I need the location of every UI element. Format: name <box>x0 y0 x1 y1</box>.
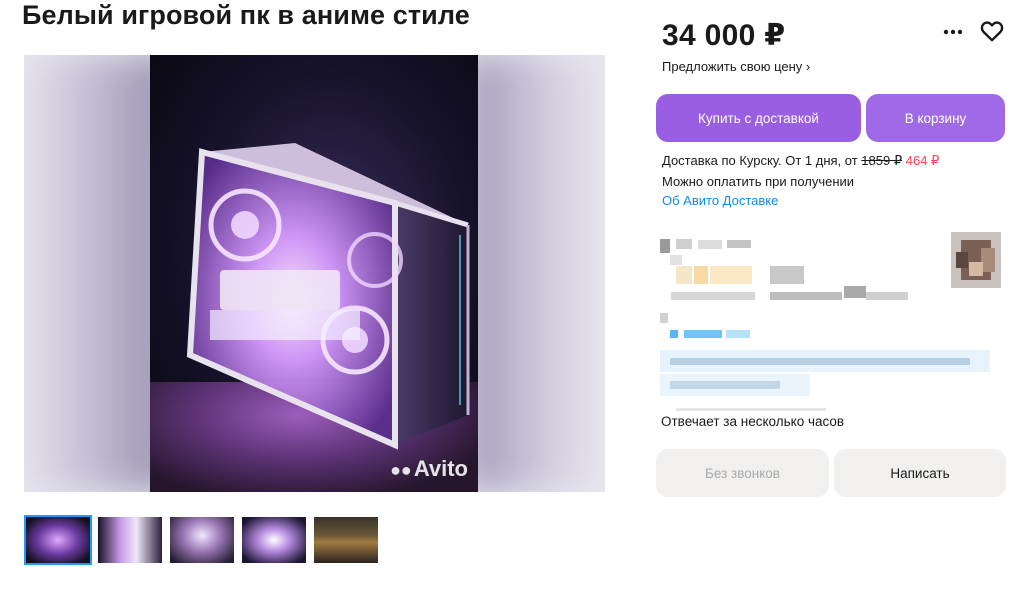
offer-price-link[interactable]: Предложить свою цену › <box>662 59 810 74</box>
censor-block <box>660 313 668 323</box>
censor-block <box>770 292 842 300</box>
censor-block <box>710 266 752 284</box>
listing-title: Белый игровой пк в аниме стиле <box>22 0 470 30</box>
more-icon[interactable] <box>941 20 965 44</box>
censor-block <box>694 266 708 284</box>
censor-block <box>676 239 692 249</box>
thumbnail-1[interactable] <box>24 515 92 565</box>
censor-block <box>727 240 751 248</box>
censor-block <box>670 358 970 365</box>
censor-block <box>684 330 722 338</box>
censor-block <box>698 240 722 249</box>
no-calls-button[interactable]: Без звонков <box>656 449 829 497</box>
main-photo-gallery[interactable]: ●●Avito <box>24 55 605 492</box>
seller-reply-time: Отвечает за несколько часов <box>661 414 845 429</box>
censor-block <box>671 292 755 300</box>
price: 34 000 ₽ <box>662 19 786 52</box>
avito-delivery-link[interactable]: Об Авито Доставке <box>662 193 778 208</box>
thumbnail-2[interactable] <box>96 515 164 565</box>
censor-block <box>676 408 826 411</box>
thumbnail-5[interactable] <box>312 515 380 565</box>
payment-on-delivery: Можно оплатить при получении <box>662 174 855 189</box>
thumbnail-strip <box>24 515 380 565</box>
delivery-old-price: 1859 ₽ <box>861 153 903 168</box>
avito-watermark: ●●Avito <box>390 456 468 481</box>
delivery-new-price: 464 ₽ <box>905 153 940 168</box>
censor-block <box>844 286 866 298</box>
censor-block <box>770 266 804 284</box>
censor-block <box>670 330 678 338</box>
add-to-cart-button[interactable]: В корзину <box>866 94 1005 142</box>
delivery-text: Доставка по Курску. От 1 дня, от <box>662 153 862 168</box>
censor-block <box>676 266 692 284</box>
write-message-button[interactable]: Написать <box>834 449 1006 497</box>
censor-block <box>670 255 682 265</box>
pc-case-illustration <box>186 143 470 450</box>
thumbnail-4[interactable] <box>240 515 308 565</box>
censor-block <box>660 239 670 253</box>
seller-avatar[interactable] <box>951 232 1001 288</box>
censor-block <box>866 292 908 300</box>
censor-block <box>670 381 780 389</box>
main-photo[interactable]: ●●Avito <box>150 55 478 492</box>
censor-block <box>726 330 750 338</box>
delivery-info: Доставка по Курску. От 1 дня, от 1859 ₽ … <box>662 153 939 169</box>
heart-icon[interactable] <box>979 18 1005 44</box>
thumbnail-3[interactable] <box>168 515 236 565</box>
buy-with-delivery-button[interactable]: Купить с доставкой <box>656 94 861 142</box>
gallery-blur-right <box>465 55 605 492</box>
